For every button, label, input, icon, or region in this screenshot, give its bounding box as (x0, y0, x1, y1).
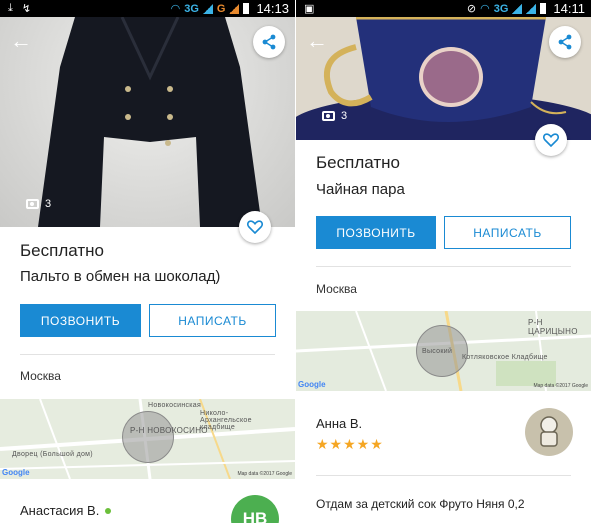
wifi-icon: ◠ (170, 3, 181, 15)
battery-icon (540, 3, 547, 14)
heart-icon (247, 220, 263, 234)
share-icon (262, 34, 276, 50)
arrow-left-icon: ← (306, 28, 328, 53)
signal-icon-2 (526, 3, 537, 14)
location-map[interactable]: Высокий Р-Н ЦАРИЦЫНО Котляковское Кладби… (296, 311, 591, 391)
product-photo[interactable]: 3 (0, 17, 295, 227)
map-label-district: Р-Н ЦАРИЦЫНО (528, 318, 578, 336)
map-label-cemetery: Николо-Архангельское кладбище (200, 410, 252, 431)
network-g: G (216, 2, 226, 15)
divider (20, 354, 275, 355)
network-3g: 3G (184, 2, 199, 15)
share-button[interactable] (549, 26, 581, 58)
location-radius (122, 411, 174, 463)
photo-count: 3 (45, 198, 52, 210)
heart-icon (543, 133, 559, 147)
signal-icon (512, 3, 523, 14)
seller-name[interactable]: Анна В. (316, 416, 362, 431)
divider (316, 266, 571, 267)
city: Москва (316, 282, 357, 296)
astronaut-avatar-icon (540, 416, 558, 447)
write-button[interactable]: НАПИСАТЬ (444, 216, 571, 249)
map-attribution: Map data ©2017 Google (237, 471, 292, 477)
product-photo[interactable]: 3 (296, 17, 591, 140)
listing-title: Пальто в обмен на шоколад) (20, 268, 221, 285)
map-label-district: Р-Н НОВОКОСИНО (130, 426, 208, 435)
divider (316, 475, 571, 476)
share-button[interactable] (253, 26, 285, 58)
rating-stars: ★★★★★ (316, 436, 384, 452)
map-label-street: Новокосинская (148, 402, 202, 409)
battery-icon (243, 3, 250, 14)
status-bar: ⤓ ↯ ◠ 3G G 14:13 (0, 0, 295, 17)
missed-call-icon: ↯ (21, 3, 32, 15)
write-button[interactable]: НАПИСАТЬ (149, 304, 276, 337)
mute-icon: ⊘ (466, 3, 477, 15)
signal-icon (202, 3, 213, 14)
map-label-place: Высокий (422, 348, 453, 355)
clock: 14:13 (256, 1, 289, 16)
call-button[interactable]: ПОЗВОНИТЬ (316, 216, 436, 249)
google-logo: Google (298, 380, 326, 389)
photo-count: 3 (341, 110, 348, 122)
status-bar: ▣ ⊘ ◠ 3G 14:11 (296, 0, 591, 17)
favorite-button[interactable] (239, 211, 271, 243)
download-icon: ⤓ (8, 2, 13, 14)
seller-name-text: Анастасия В. (20, 503, 100, 518)
price: Бесплатно (316, 153, 400, 172)
seller-name[interactable]: Анастасия В. (20, 503, 112, 518)
call-button[interactable]: ПОЗВОНИТЬ (20, 304, 141, 337)
signal-icon-2 (229, 3, 240, 14)
coat-image (38, 17, 262, 227)
left-screen: ⤓ ↯ ◠ 3G G 14:13 3 ← Бесплатно Пальто в … (0, 0, 295, 523)
listing-title: Чайная пара (316, 181, 405, 198)
map-label-palace: Дворец (Большой дом) (12, 451, 93, 458)
camera-icon (322, 111, 335, 121)
back-button[interactable]: ← (306, 28, 332, 54)
price: Бесплатно (20, 241, 104, 260)
arrow-left-icon: ← (10, 28, 32, 53)
seller-avatar[interactable] (525, 408, 573, 456)
camera-icon (26, 199, 39, 209)
network-3g: 3G (493, 2, 509, 15)
online-status-icon (105, 507, 112, 514)
seller-avatar[interactable]: НВ (231, 495, 279, 523)
back-button[interactable]: ← (10, 28, 36, 54)
share-icon (558, 34, 572, 50)
seller-name-text: Анна В. (316, 416, 363, 431)
favorite-button[interactable] (535, 124, 567, 156)
photo-count-badge: 3 (26, 198, 51, 210)
google-logo: Google (2, 468, 30, 477)
city: Москва (20, 369, 61, 383)
map-attribution: Map data ©2017 Google (533, 383, 588, 389)
wifi-icon: ◠ (480, 3, 490, 15)
photo-count-badge: 3 (322, 110, 347, 122)
location-map[interactable]: Новокосинская Р-Н НОВОКОСИНО Николо-Арха… (0, 399, 295, 479)
right-screen: ▣ ⊘ ◠ 3G 14:11 3 ← Бесплатно Чайная пара… (296, 0, 591, 523)
clock: 14:11 (553, 1, 585, 16)
map-label-cemetery: Котляковское Кладбище (462, 354, 548, 361)
listing-description: Отдам за детский сок Фруто Няня 0,2 (316, 497, 525, 511)
image-icon: ▣ (304, 3, 315, 15)
